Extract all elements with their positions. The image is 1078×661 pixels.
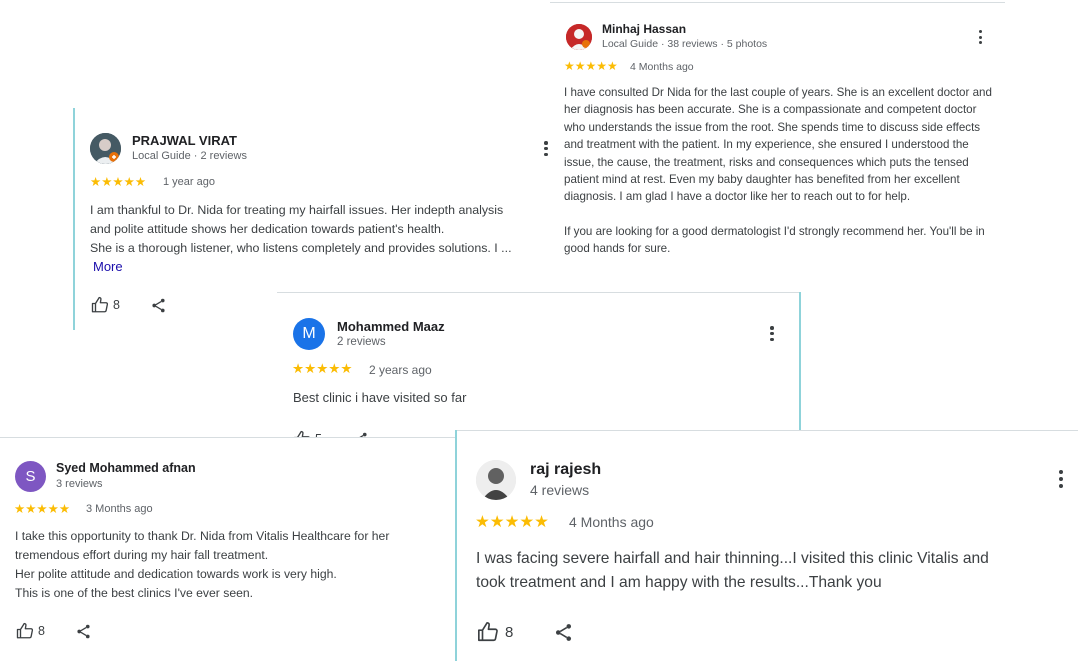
rating-stars: ★★★★★ [564,59,618,73]
reviewer-meta: 3 reviews [56,478,103,490]
review-text: I take this opportunity to thank Dr. Nid… [15,527,455,603]
reviewer-meta: Local Guide · 2 reviews [132,150,247,162]
avatar-initial: M [302,325,316,342]
avatar[interactable]: M [293,318,325,350]
review-card-maaz: M Mohammed Maaz 2 reviews ★★★★★ 2 years … [277,292,801,437]
thumbs-up-icon [294,430,310,437]
more-options-icon[interactable] [978,30,982,44]
review-text: I am thankful to Dr. Nida for treating m… [90,201,560,258]
reviewer-name[interactable]: Mohammed Maaz [337,319,445,334]
review-age: 2 years ago [369,363,432,377]
like-count: 8 [113,298,120,312]
review-text: I have consulted Dr Nida for the last co… [564,84,994,258]
rating-stars: ★★★★★ [90,175,147,189]
like-button[interactable]: 8 [477,621,513,643]
share-button[interactable] [553,622,574,643]
review-line: I take this opportunity to thank Dr. Nid… [15,529,390,543]
avatar[interactable]: S [15,461,46,492]
review-age: 4 Months ago [630,61,694,73]
thumbs-up-icon [478,622,498,642]
review-line: took treatment and I am happy with the r… [476,574,882,591]
share-icon [77,624,90,638]
reviewer-name[interactable]: Syed Mohammed afnan [56,461,196,475]
review-line: I was facing severe hairfall and hair th… [476,550,989,567]
card-right-border [799,292,801,437]
reviewer-name[interactable]: raj rajesh [530,461,601,479]
card-top-border [277,292,801,293]
review-age: 4 Months ago [569,514,654,530]
card-left-border [455,430,457,661]
avatar[interactable] [90,133,121,164]
card-top-border [0,437,457,438]
review-age: 3 Months ago [86,503,153,515]
avatar-initial: S [25,468,36,485]
review-text: Best clinic i have visited so far [293,390,467,405]
review-card-minhaj: Minhaj Hassan Local Guide · 38 reviews ·… [550,0,1005,290]
review-actions: 8 [91,296,167,314]
reviewer-meta: 4 reviews [530,482,590,498]
rating-stars: ★★★★★ [14,502,71,516]
review-line: Her polite attitude and dedication towar… [15,567,337,581]
review-card-afnan: S Syed Mohammed afnan 3 reviews ★★★★★ 3 … [0,437,457,661]
thumbs-up-icon [91,296,109,313]
review-actions: 5 [293,430,369,437]
more-link[interactable]: More [93,259,123,274]
review-line: tremendous effort during my hair fall tr… [15,548,269,562]
like-button[interactable]: 8 [16,622,45,640]
reviewer-meta: Local Guide · 38 reviews · 5 photos [602,38,768,50]
more-options-icon[interactable] [544,141,548,156]
review-actions: 8 [477,621,574,643]
rating-stars: ★★★★★ [475,513,549,531]
share-icon [556,623,572,641]
share-icon [152,298,165,312]
reviewer-name[interactable]: Minhaj Hassan [602,22,686,36]
avatar-photo-icon [90,133,121,164]
review-card-raj: raj rajesh 4 reviews ★★★★★ 4 Months ago … [455,430,1078,661]
avatar-photo-icon [566,24,592,50]
review-line: I am thankful to Dr. Nida for treating m… [90,203,504,217]
more-options-icon[interactable] [1058,470,1063,488]
review-line: She is a thorough listener, who listens … [90,241,512,255]
review-text: I was facing severe hairfall and hair th… [476,547,1076,595]
review-line: This is one of the best clinics I've eve… [15,586,254,600]
share-button[interactable] [150,297,167,314]
review-actions: 8 [16,622,92,640]
avatar[interactable] [476,460,516,500]
thumbs-up-icon [16,622,34,639]
rating-stars: ★★★★★ [292,361,353,376]
like-count: 8 [505,623,514,641]
card-top-border [455,430,1078,431]
more-options-icon[interactable] [770,326,774,341]
like-count: 8 [38,624,45,638]
review-paragraph: I have consulted Dr Nida for the last co… [564,86,992,204]
card-left-border [73,108,75,330]
like-button[interactable]: 5 [293,430,322,437]
share-button[interactable] [75,623,92,640]
avatar[interactable] [566,24,592,50]
review-age: 1 year ago [163,176,215,188]
review-paragraph: If you are looking for a good dermatolog… [564,224,985,256]
review-line: and polite attitude shows her dedication… [90,222,445,236]
card-top-border [550,2,1005,3]
like-button[interactable]: 8 [91,296,120,314]
reviewer-meta: 2 reviews [337,336,386,348]
avatar-photo-icon [476,460,516,500]
reviewer-name[interactable]: PRAJWAL VIRAT [132,133,237,148]
